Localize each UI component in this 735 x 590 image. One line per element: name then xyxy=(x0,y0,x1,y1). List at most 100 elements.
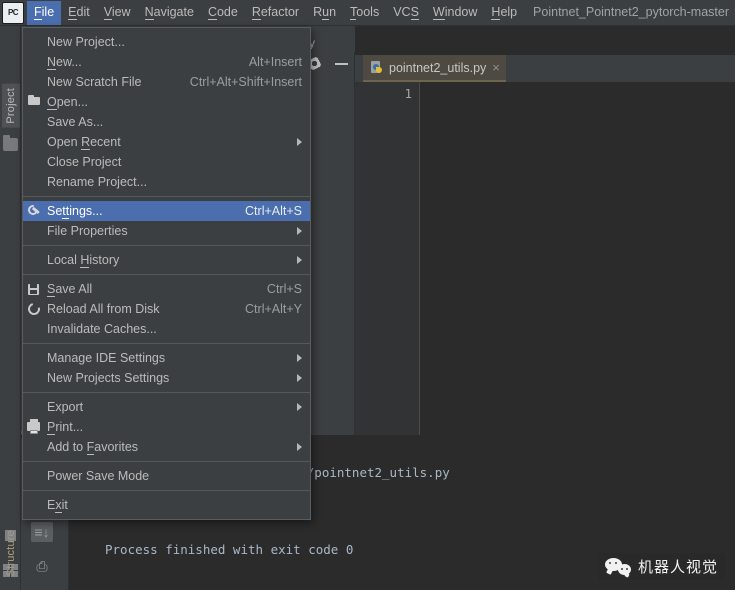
menu-icon-slot xyxy=(23,321,47,337)
menu-separator xyxy=(23,461,310,462)
menu-icon-slot xyxy=(23,114,47,130)
menu-item-invalidate-caches[interactable]: Invalidate Caches... xyxy=(23,319,310,339)
menu-item-rename-project[interactable]: Rename Project... xyxy=(23,172,310,192)
menu-item-save-as[interactable]: Save As... xyxy=(23,112,310,132)
menu-icon-slot xyxy=(23,54,47,70)
menu-item-shortcut: Alt+Insert xyxy=(248,55,302,69)
menu-item-label: New... xyxy=(47,55,82,70)
print-icon[interactable]: ⎙ xyxy=(31,556,53,576)
menubar-item-navigate[interactable]: Navigate xyxy=(138,1,201,25)
menu-item-label: Settings... xyxy=(47,204,103,219)
menu-item-add-to-favorites[interactable]: Add to Favorites xyxy=(23,437,310,457)
project-panel-toolbar xyxy=(308,57,348,70)
menubar-item-help[interactable]: Help xyxy=(484,1,524,25)
editor-gutter: 1 xyxy=(355,82,420,435)
menu-item-local-history[interactable]: Local History xyxy=(23,250,310,270)
menubar-item-edit[interactable]: Edit xyxy=(61,1,97,25)
menu-bar: FileEditViewNavigateCodeRefactorRunTools… xyxy=(0,0,735,26)
watermark: 机器人视觉 xyxy=(597,553,725,580)
chevron-right-icon xyxy=(297,403,302,411)
menubar-item-run[interactable]: Run xyxy=(306,1,343,25)
wrench-icon xyxy=(23,203,47,219)
grid-icon[interactable] xyxy=(3,564,18,577)
menu-item-save-all[interactable]: Save All Ctrl+S xyxy=(23,279,310,299)
menu-icon-slot xyxy=(23,439,47,455)
menu-item-label: Invalidate Caches... xyxy=(47,322,157,336)
menu-item-new-scratch-file[interactable]: New Scratch File Ctrl+Alt+Shift+Insert xyxy=(23,72,310,92)
editor-tab-label: pointnet2_utils.py xyxy=(389,60,487,75)
menu-separator xyxy=(23,392,310,393)
menu-item-label: Add to Favorites xyxy=(47,440,139,455)
menu-item-label: Close Project xyxy=(47,155,122,169)
menu-icon-slot xyxy=(23,350,47,366)
editor-tab-pointnet2-utils[interactable]: pointnet2_utils.py × xyxy=(363,55,506,82)
save-icon xyxy=(23,281,47,297)
menu-item-label: Exit xyxy=(47,498,68,513)
menu-item-new-project[interactable]: New Project... xyxy=(23,32,310,52)
menu-item-file-properties[interactable]: File Properties xyxy=(23,221,310,241)
menu-item-settings[interactable]: Settings... Ctrl+Alt+S xyxy=(23,201,310,221)
menu-item-close-project[interactable]: Close Project xyxy=(23,152,310,172)
chevron-right-icon xyxy=(297,354,302,362)
minimize-icon[interactable] xyxy=(335,62,348,65)
menu-item-label: Save All xyxy=(47,282,93,297)
menu-icon-slot xyxy=(23,497,47,513)
menu-icon-slot xyxy=(23,154,47,170)
menu-item-label: Open... xyxy=(47,95,89,110)
menu-separator xyxy=(23,490,310,491)
menu-item-label: Reload All from Disk xyxy=(47,302,160,316)
left-tool-strip: Project Structure xyxy=(0,26,21,590)
code-editor[interactable]: 1 xyxy=(355,82,735,435)
menu-item-open[interactable]: Open... xyxy=(23,92,310,112)
menubar-item-tools[interactable]: Tools xyxy=(343,1,386,25)
chevron-right-icon xyxy=(297,138,302,146)
menu-item-label: New Projects Settings xyxy=(47,371,170,385)
menubar-item-code[interactable]: Code xyxy=(201,1,245,25)
menu-item-export[interactable]: Export xyxy=(23,397,310,417)
menu-icon-slot xyxy=(23,399,47,415)
menu-separator xyxy=(23,343,310,344)
pycharm-window: FileEditViewNavigateCodeRefactorRunTools… xyxy=(0,0,735,590)
menubar-item-refactor[interactable]: Refactor xyxy=(245,1,306,25)
menubar-item-view[interactable]: View xyxy=(97,1,138,25)
folder-icon[interactable] xyxy=(3,135,18,151)
chevron-right-icon xyxy=(297,256,302,264)
menu-item-print[interactable]: Print... xyxy=(23,417,310,437)
menubar-item-vcs[interactable]: VCS xyxy=(386,1,426,25)
menu-item-reload-all-from-disk[interactable]: Reload All from Disk Ctrl+Alt+Y xyxy=(23,299,310,319)
menu-separator xyxy=(23,274,310,275)
menu-item-label: New Scratch File xyxy=(47,75,142,89)
sidebar-tab-project[interactable]: Project xyxy=(2,84,20,128)
menu-item-label: Local History xyxy=(47,253,120,268)
square-icon[interactable] xyxy=(5,530,16,541)
menu-item-exit[interactable]: Exit xyxy=(23,495,310,515)
menu-icon-slot xyxy=(23,370,47,386)
editor-line-number: 1 xyxy=(404,86,412,101)
menu-item-label: Export xyxy=(47,400,84,414)
pycharm-logo-icon xyxy=(2,1,24,24)
menu-item-open-recent[interactable]: Open Recent xyxy=(23,132,310,152)
menu-icon-slot xyxy=(23,134,47,150)
menu-separator xyxy=(23,245,310,246)
menu-item-label: Save As... xyxy=(47,115,104,129)
menu-item-manage-ide-settings[interactable]: Manage IDE Settings xyxy=(23,348,310,368)
wechat-icon xyxy=(604,557,631,577)
chevron-right-icon xyxy=(297,443,302,451)
menu-item-power-save-mode[interactable]: Power Save Mode xyxy=(23,466,310,486)
menu-icon-slot xyxy=(23,74,47,90)
editor-area: pointnet2_utils.py × 1 xyxy=(355,26,735,435)
folder-icon xyxy=(23,94,47,110)
file-dropdown-menu: New Project... New... Alt+Insert New Scratc… xyxy=(22,27,311,520)
close-icon[interactable]: × xyxy=(492,61,500,74)
reload-icon xyxy=(23,300,47,318)
menu-item-shortcut: Ctrl+Alt+Shift+Insert xyxy=(189,75,302,89)
menubar-item-file[interactable]: File xyxy=(27,0,62,25)
editor-content[interactable] xyxy=(421,82,735,435)
menu-item-label: Manage IDE Settings xyxy=(47,351,166,365)
menu-item-label: Rename Project... xyxy=(47,175,148,189)
editor-tabs-row: pointnet2_utils.py × xyxy=(355,55,735,82)
scroll-to-end-icon[interactable]: ≡↓ xyxy=(31,522,53,542)
menu-item-new-projects-settings[interactable]: New Projects Settings xyxy=(23,368,310,388)
menu-item-new[interactable]: New... Alt+Insert xyxy=(23,52,310,72)
menubar-item-window[interactable]: Window xyxy=(426,1,484,25)
